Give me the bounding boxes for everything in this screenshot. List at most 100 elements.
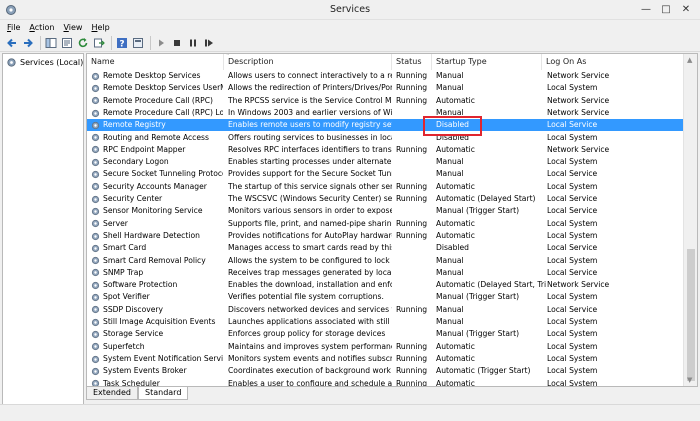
- table-row[interactable]: Still Image Acquisition Events Launches a…: [87, 316, 684, 328]
- service-startup-type: Manual (Trigger Start): [436, 206, 520, 216]
- service-startup-type: Automatic: [436, 341, 475, 351]
- close-button[interactable]: ✕: [676, 0, 696, 18]
- service-description: Manages access to smart cards read by th…: [228, 243, 392, 253]
- minimize-button[interactable]: —: [636, 0, 656, 18]
- service-description: Enables remote users to modify registry …: [228, 120, 392, 130]
- table-row[interactable]: Task Scheduler Enables a user to configur…: [87, 378, 684, 386]
- stop-service-button[interactable]: [170, 36, 184, 50]
- service-startup-type: Manual: [436, 83, 464, 93]
- play-icon: [159, 39, 164, 46]
- service-startup-type: Automatic: [436, 230, 475, 240]
- service-startup-type: Manual (Trigger Start): [436, 292, 520, 302]
- table-row[interactable]: Secondary Logon Enables starting processe…: [87, 156, 684, 168]
- properties-icon: [62, 37, 72, 48]
- scroll-up-icon[interactable]: ▲: [687, 56, 692, 64]
- service-name: SSDP Discovery: [103, 304, 163, 314]
- tree-item-services-local[interactable]: Services (Local): [6, 57, 83, 68]
- start-service-button[interactable]: [154, 36, 168, 50]
- service-name: RPC Endpoint Mapper: [103, 144, 186, 154]
- gear-icon: [7, 58, 16, 67]
- table-row[interactable]: Routing and Remote Access Offers routing …: [87, 132, 684, 144]
- column-header-status[interactable]: Status: [392, 54, 432, 70]
- service-startup-type: Manual: [436, 267, 464, 277]
- gear-icon: [91, 72, 100, 80]
- menu-file[interactable]: File: [7, 23, 20, 32]
- service-name-cell: Storage Service: [91, 328, 223, 340]
- table-row[interactable]: RPC Endpoint Mapper Resolves RPC interfac…: [87, 144, 684, 156]
- table-row[interactable]: Storage Service Enforces group policy for…: [87, 328, 684, 340]
- table-row[interactable]: Superfetch Maintains and improves system …: [87, 341, 684, 353]
- scrollbar-thumb[interactable]: [687, 249, 695, 381]
- service-name: Storage Service: [103, 329, 164, 339]
- menu-action[interactable]: Action: [29, 23, 54, 32]
- pause-service-button[interactable]: [186, 36, 200, 50]
- properties-button[interactable]: [60, 36, 74, 50]
- service-status: Running: [396, 71, 428, 80]
- tab-extended[interactable]: Extended: [86, 387, 138, 400]
- tab-standard[interactable]: Standard: [138, 387, 189, 400]
- service-startup-type: Manual: [436, 304, 464, 314]
- service-log-on-as: Local Service: [547, 243, 598, 253]
- table-row[interactable]: System Events Broker Coordinates executio…: [87, 365, 684, 377]
- table-row[interactable]: Software Protection Enables the download,…: [87, 279, 684, 291]
- menu-help[interactable]: Help: [91, 23, 109, 32]
- table-row[interactable]: Server Supports file, print, and named-pi…: [87, 218, 684, 230]
- column-header-startup-type[interactable]: Startup Type: [432, 54, 542, 70]
- table-row[interactable]: Spot Verifier Verifies potential file sys…: [87, 291, 684, 303]
- service-log-on-as: Local System: [547, 255, 598, 265]
- service-name: Remote Procedure Call (RPC): [103, 95, 213, 105]
- service-status: Running: [396, 95, 428, 105]
- table-row[interactable]: SSDP Discovery Discovers networked device…: [87, 304, 684, 316]
- column-header-name[interactable]: Name: [87, 54, 224, 70]
- scroll-down-icon[interactable]: ▼: [687, 376, 692, 384]
- table-row[interactable]: Remote Desktop Services Allows users to c…: [87, 70, 684, 82]
- gear-icon: [91, 232, 100, 240]
- table-row[interactable]: Secure Socket Tunneling Protoco... Provid…: [87, 168, 684, 180]
- service-description: Coordinates execution of background work…: [228, 366, 392, 376]
- properties-sheet-button[interactable]: [131, 36, 145, 50]
- column-header-description[interactable]: Description: [224, 54, 392, 70]
- export-list-button[interactable]: [92, 36, 106, 50]
- gear-icon: [91, 195, 100, 203]
- table-row[interactable]: Sensor Monitoring Service Monitors variou…: [87, 205, 684, 217]
- properties-sheet-icon: [133, 37, 143, 48]
- maximize-button[interactable]: □: [656, 0, 676, 18]
- table-row[interactable]: SNMP Trap Receives trap messages generate…: [87, 267, 684, 279]
- table-row[interactable]: Security Center The WSCSVC (Windows Secur…: [87, 193, 684, 205]
- table-row[interactable]: Smart Card Removal Policy Allows the syst…: [87, 255, 684, 267]
- service-name-cell: Security Accounts Manager: [91, 181, 223, 193]
- service-name: Still Image Acquisition Events: [103, 317, 216, 326]
- table-row[interactable]: Remote Registry Enables remote users to m…: [87, 119, 684, 132]
- service-name-cell: Task Scheduler: [91, 378, 223, 386]
- service-log-on-as: Network Service: [547, 280, 610, 290]
- service-description: The RPCSS service is the Service Control…: [228, 95, 392, 105]
- column-header-log-on-as[interactable]: Log On As: [542, 54, 684, 70]
- service-log-on-as: Local Service: [547, 194, 598, 203]
- service-log-on-as: Local System: [547, 218, 598, 228]
- table-row[interactable]: Remote Desktop Services UserM... Allows t…: [87, 82, 684, 94]
- service-name-cell: Smart Card Removal Policy: [91, 255, 223, 267]
- table-row[interactable]: System Event Notification Service Monitor…: [87, 353, 684, 365]
- forward-button[interactable]: [21, 36, 35, 50]
- refresh-button[interactable]: [76, 36, 90, 50]
- table-row[interactable]: Security Accounts Manager The startup of …: [87, 181, 684, 193]
- help-button[interactable]: ?: [115, 36, 129, 50]
- service-log-on-as: Local System: [547, 292, 598, 302]
- table-row[interactable]: Shell Hardware Detection Provides notific…: [87, 230, 684, 242]
- service-startup-type: Automatic (Delayed Start, Trig...: [436, 280, 546, 290]
- annotation-highlight-box: [423, 116, 482, 136]
- table-row[interactable]: Remote Procedure Call (RPC) The RPCSS ser…: [87, 95, 684, 107]
- table-row[interactable]: Smart Card Manages access to smart cards …: [87, 242, 684, 254]
- service-name-cell: Software Protection: [91, 279, 223, 291]
- vertical-scrollbar[interactable]: ▲ ▼: [683, 54, 697, 386]
- table-row[interactable]: Remote Procedure Call (RPC) Lo... In Wind…: [87, 107, 684, 119]
- menu-bar: File Action View Help: [0, 20, 700, 34]
- service-name-cell: Security Center: [91, 193, 223, 205]
- restart-icon: [205, 39, 213, 46]
- restart-service-button[interactable]: [202, 36, 216, 50]
- back-button[interactable]: [5, 36, 19, 50]
- service-status: Running: [396, 144, 428, 154]
- view-tabs: Extended Standard: [86, 387, 189, 401]
- show-hide-console-tree-button[interactable]: [44, 36, 58, 50]
- menu-view[interactable]: View: [63, 23, 82, 32]
